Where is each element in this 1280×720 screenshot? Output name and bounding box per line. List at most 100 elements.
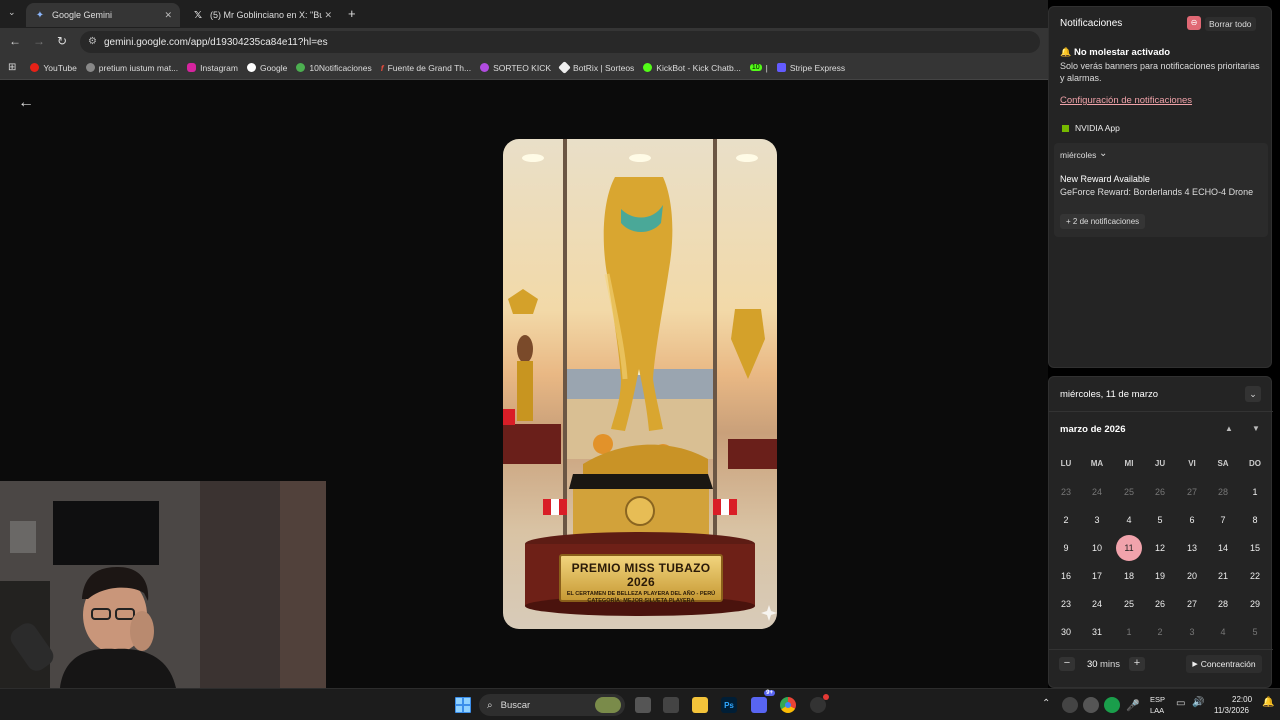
apps-icon[interactable]: ⊞	[8, 62, 16, 73]
chrome-icon[interactable]	[780, 697, 796, 713]
calendar-day[interactable]: 23	[1053, 591, 1079, 617]
new-tab-button[interactable]: +	[348, 6, 356, 21]
taskbar-search-box[interactable]: ⌕ Buscar	[479, 694, 625, 716]
site-info-icon[interactable]: ⚙	[88, 36, 97, 47]
clear-all-icon[interactable]: ⊖	[1187, 16, 1201, 30]
language-top[interactable]: ESP	[1150, 695, 1165, 704]
clock-date[interactable]: 11/3/2026	[1214, 706, 1249, 715]
discord-icon[interactable]: 9+	[751, 690, 775, 713]
bookmark-10notificaciones[interactable]: 10Notificaciones	[296, 63, 372, 73]
calendar-day[interactable]: 15	[1242, 535, 1268, 561]
bookmark-botrix[interactable]: BotRix | Sorteos	[558, 61, 634, 74]
bookmark-google[interactable]: Google	[246, 63, 287, 73]
back-icon[interactable]: ←	[9, 34, 21, 48]
bookmark-kickbot[interactable]: KickBot - Kick Chatb...	[643, 63, 741, 73]
tray-icon-3[interactable]	[1104, 697, 1120, 713]
calendar-day[interactable]: 21	[1210, 563, 1236, 589]
bookmark-instagram[interactable]: Instagram	[187, 63, 238, 73]
notification-bell-icon[interactable]: 🔔	[1262, 697, 1274, 708]
calendar-day[interactable]: 7	[1210, 507, 1236, 533]
calendar-day[interactable]: 11	[1116, 535, 1142, 561]
windows-start-icon[interactable]	[455, 697, 471, 713]
previous-month-button[interactable]: ▲	[1225, 424, 1233, 433]
calendar-day[interactable]: 29	[1242, 591, 1268, 617]
calendar-day[interactable]: 26	[1147, 479, 1173, 505]
bookmark-youtube[interactable]: YouTube	[30, 63, 77, 73]
calendar-day[interactable]: 26	[1147, 591, 1173, 617]
calendar-day[interactable]: 8	[1242, 507, 1268, 533]
calendar-day[interactable]: 18	[1116, 563, 1142, 589]
group-day-label[interactable]: miércoles	[1060, 150, 1096, 160]
calendar-day[interactable]: 30	[1053, 619, 1079, 645]
close-icon[interactable]: ✕	[324, 10, 332, 21]
next-month-button[interactable]: ▼	[1252, 424, 1260, 433]
calendar-day[interactable]: 23	[1053, 479, 1079, 505]
calendar-day[interactable]: 1	[1242, 479, 1268, 505]
clear-all-button[interactable]: Borrar todo	[1205, 17, 1256, 31]
tab-x[interactable]: 𝕏 (5) Mr Goblinciano en X: "Busc ✕	[184, 3, 340, 27]
calendar-day[interactable]: 6	[1179, 507, 1205, 533]
calendar-month-label[interactable]: marzo de 2026	[1060, 424, 1125, 435]
calendar-day[interactable]: 31	[1084, 619, 1110, 645]
generated-image[interactable]: PREMIO MISS TUBAZO 2026 EL CERTAMEN DE B…	[503, 139, 777, 629]
language-bottom[interactable]: LAA	[1150, 706, 1164, 715]
tray-icon-4[interactable]: 🎤	[1125, 697, 1141, 713]
forward-icon[interactable]: →	[33, 34, 45, 48]
calendar-day[interactable]: 3	[1084, 507, 1110, 533]
volume-icon[interactable]: 🔊	[1192, 697, 1204, 708]
calendar-day[interactable]: 20	[1179, 563, 1205, 589]
calendar-day[interactable]: 5	[1147, 507, 1173, 533]
calendar-day[interactable]: 9	[1053, 535, 1079, 561]
calendar-day[interactable]: 22	[1242, 563, 1268, 589]
focus-session-button[interactable]: ▶ Concentración	[1186, 655, 1262, 673]
focus-minutes-value[interactable]: 30	[1087, 659, 1098, 670]
bookmark-pretium[interactable]: pretium iustum mat...	[85, 63, 178, 73]
calendar-day[interactable]: 3	[1179, 619, 1205, 645]
increase-minutes-button[interactable]: +	[1129, 657, 1145, 671]
calendar-day[interactable]: 5	[1242, 619, 1268, 645]
calendar-day[interactable]: 10	[1084, 535, 1110, 561]
calendar-day[interactable]: 25	[1116, 591, 1142, 617]
notification-settings-link[interactable]: Configuración de notificaciones	[1060, 95, 1192, 106]
calendar-day[interactable]: 24	[1084, 479, 1110, 505]
calendar-day[interactable]: 19	[1147, 563, 1173, 589]
collapse-calendar-button[interactable]: ⌄	[1245, 386, 1261, 402]
tab-gemini[interactable]: ✦ Google Gemini ✕	[26, 3, 180, 27]
bookmark-fuente-gta[interactable]: f Fuente de Grand Th...	[381, 63, 471, 73]
network-icon[interactable]: ▭	[1176, 698, 1185, 709]
calendar-day[interactable]: 25	[1116, 479, 1142, 505]
tab-search-icon[interactable]: ⌄	[8, 7, 16, 18]
more-notifications-button[interactable]: + 2 de notificaciones	[1060, 214, 1146, 229]
calendar-day[interactable]: 27	[1179, 479, 1205, 505]
decrease-minutes-button[interactable]: −	[1059, 657, 1075, 671]
calendar-day[interactable]: 28	[1210, 479, 1236, 505]
calendar-day[interactable]: 24	[1084, 591, 1110, 617]
task-view-icon[interactable]	[635, 697, 651, 713]
reload-icon[interactable]: ↻	[57, 34, 67, 48]
calendar-day[interactable]: 17	[1084, 563, 1110, 589]
address-bar[interactable]: ⚙ gemini.google.com/app/d19304235ca84e11…	[80, 31, 1040, 53]
calendar-day[interactable]: 2	[1147, 619, 1173, 645]
widgets-icon[interactable]	[663, 697, 679, 713]
calendar-day[interactable]: 27	[1179, 591, 1205, 617]
calendar-day[interactable]: 4	[1210, 619, 1236, 645]
calendar-day[interactable]: 4	[1116, 507, 1142, 533]
back-arrow-icon[interactable]: ←	[18, 94, 34, 112]
app-icon[interactable]	[810, 694, 829, 713]
calendar-day[interactable]: 12	[1147, 535, 1173, 561]
calendar-day[interactable]: 2	[1053, 507, 1079, 533]
calendar-day[interactable]: 13	[1179, 535, 1205, 561]
calendar-day[interactable]: 28	[1210, 591, 1236, 617]
bookmark-sorteo-kick[interactable]: SORTEO KICK	[480, 63, 551, 73]
photoshop-icon[interactable]: Ps	[721, 697, 737, 713]
chevron-down-icon[interactable]: ⌄	[1099, 148, 1107, 159]
tray-icon-1[interactable]	[1062, 697, 1078, 713]
clock-time[interactable]: 22:00	[1232, 695, 1252, 704]
chevron-up-icon[interactable]: ⌃	[1042, 698, 1050, 709]
calendar-day[interactable]: 14	[1210, 535, 1236, 561]
bookmark-unnamed[interactable]: 10 |	[749, 63, 768, 73]
tray-icon-2[interactable]	[1083, 697, 1099, 713]
close-icon[interactable]: ✕	[164, 10, 172, 21]
calendar-day[interactable]: 1	[1116, 619, 1142, 645]
file-explorer-icon[interactable]	[692, 697, 708, 713]
